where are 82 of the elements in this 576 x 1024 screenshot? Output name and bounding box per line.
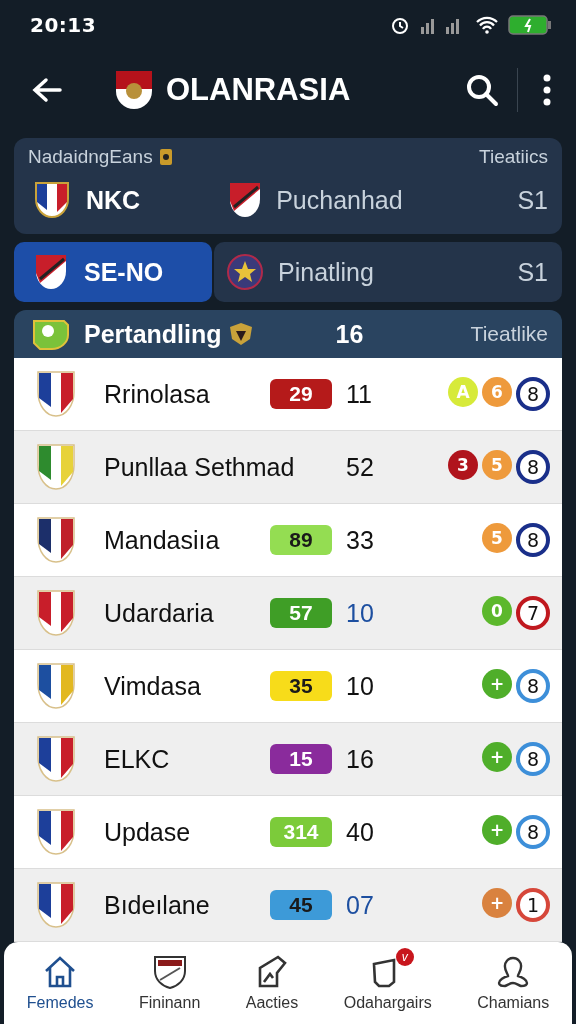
more-icon: [542, 74, 552, 106]
app-title: OLANRASIA: [166, 72, 351, 108]
points: 40: [346, 817, 374, 847]
team-name: Rrinolasa: [104, 379, 211, 409]
crest-icon: [36, 881, 76, 929]
team-name: Puchanhad: [276, 185, 403, 215]
team-name: NKC: [86, 185, 141, 215]
table-label: Tieatlike: [470, 322, 548, 346]
points: 16: [346, 744, 374, 774]
team-name: ELKC: [104, 744, 171, 774]
crest-icon: [34, 253, 68, 291]
nav-tab[interactable]: v Odahargairs: [341, 950, 434, 1016]
team-name: Udardaria: [104, 598, 215, 628]
notification-badge: v: [395, 948, 414, 966]
crest-icon: [151, 954, 188, 990]
crest-icon: [36, 516, 76, 564]
form-marker: 8: [516, 669, 550, 703]
points: 10: [346, 598, 374, 628]
shield-icon: [114, 69, 154, 111]
nav-tab[interactable]: Aacties: [243, 950, 301, 1016]
points: 33: [346, 525, 374, 555]
nav-tab[interactable]: Femedes: [24, 950, 96, 1016]
points: 11: [346, 379, 372, 409]
form-marker: 5: [482, 450, 512, 480]
score-badge: 29: [270, 379, 332, 409]
form-marker: +: [482, 742, 512, 772]
score-badge: 45: [270, 890, 332, 920]
form-marker: 8: [516, 815, 550, 849]
form-marker: 8: [516, 377, 550, 411]
ticket-icon: [32, 317, 70, 351]
alarm-icon: [390, 15, 410, 35]
card-label: Tieatiics: [479, 146, 548, 168]
form-marker: 8: [516, 523, 550, 557]
form-marker: 6: [482, 377, 512, 407]
points: 52: [346, 452, 374, 482]
team-name: Bıdeılane: [104, 890, 211, 920]
form-marker: 3: [448, 450, 478, 480]
form-marker: 5: [482, 523, 512, 553]
battery-icon: [508, 14, 552, 36]
team-name: Updase: [104, 817, 192, 847]
search-icon: [465, 73, 499, 107]
form-marker: 7: [516, 596, 550, 630]
form-marker: +: [482, 815, 512, 845]
clock: 20:13: [30, 13, 97, 37]
score: S1: [517, 185, 548, 215]
team-tab[interactable]: Pinatling S1: [214, 242, 562, 302]
crest-icon: [36, 589, 76, 637]
form-marker: +: [482, 669, 512, 699]
crest-icon: [34, 181, 70, 219]
points: 07: [346, 890, 374, 920]
score-badge: 15: [270, 744, 332, 774]
team-name: Vimdasa: [104, 671, 202, 701]
form-marker: A: [448, 377, 478, 407]
form-marker: 8: [516, 742, 550, 776]
medal-icon: [227, 321, 254, 347]
points: 10: [346, 671, 374, 701]
score-badge: 35: [270, 671, 332, 701]
table-title: Pertandling: [84, 319, 222, 349]
crest-icon: [36, 808, 76, 856]
crest-icon: [36, 370, 76, 418]
score-badge: 314: [270, 817, 332, 847]
crest-icon: [36, 662, 76, 710]
crest-icon: [228, 181, 263, 219]
badge-emblem-icon: [226, 253, 264, 291]
team-name: Punllaa Sethmad: [104, 452, 296, 482]
team-tab[interactable]: SE-NO: [14, 242, 212, 302]
nav-tab[interactable]: Chamians: [475, 950, 552, 1016]
crest-icon: [36, 735, 76, 783]
form-marker: +: [482, 888, 512, 918]
back-arrow-icon: [32, 77, 62, 103]
card-title: NadaidngEans: [28, 146, 153, 168]
form-marker: 1: [516, 888, 550, 922]
team-name: Mandasiıa: [104, 525, 221, 555]
form-marker: 0: [482, 596, 512, 626]
score-badge: 57: [270, 598, 332, 628]
nav-tab[interactable]: Fininann: [136, 950, 203, 1016]
form-marker: 8: [516, 450, 550, 484]
score-badge: 89: [270, 525, 332, 555]
wifi-icon: [476, 16, 498, 34]
crest-icon: [36, 443, 76, 491]
trophy-icon: [158, 148, 173, 166]
table-count: 16: [335, 319, 364, 349]
